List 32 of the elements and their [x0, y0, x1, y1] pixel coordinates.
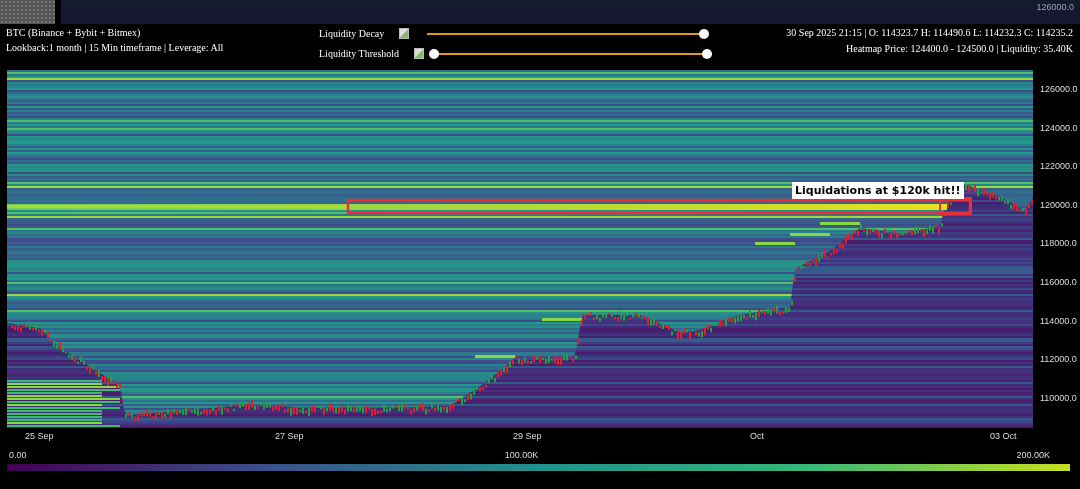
axis-label: 27 Sep: [275, 431, 304, 441]
slider-label: Liquidity Decay: [319, 28, 386, 39]
broken-image-icon: [399, 28, 409, 39]
slider-thumb[interactable]: [699, 28, 709, 39]
axis-label: 110000.0: [1040, 391, 1078, 405]
axis-label: 03 Oct: [990, 431, 1017, 441]
axis-label: 120000.0: [1040, 198, 1078, 212]
colorbar-label: 200.00K: [1016, 450, 1050, 462]
ohlc-readout: 30 Sep 2025 21:15 | O: 114323.7 H: 114490.6 L: 114232.3 C: 114235.2: [786, 27, 1073, 38]
broken-image-icon: [414, 48, 424, 59]
colorbar-label: 100.00K: [504, 450, 539, 462]
axis-label: 112000.0: [1040, 353, 1078, 367]
navigator-bar[interactable]: 126000.0: [61, 0, 1080, 24]
axis-label: 29 Sep: [513, 431, 542, 441]
annotation-label: Liquidations at $120k hit!!: [792, 182, 964, 199]
axis-label: 126000.0: [1040, 83, 1078, 96]
axis-label: 25 Sep: [25, 431, 54, 441]
chart-title: BTC (Binance + Bybit + Bitmex): [6, 27, 142, 38]
chart-subtitle: Lookback:1 month | 15 Min timeframe | Leverage: All: [6, 42, 225, 53]
axis-label: Oct: [750, 431, 764, 441]
navigator-handle[interactable]: [0, 0, 55, 24]
slider-label: Liquidity Threshold: [319, 48, 401, 59]
slider-thumb[interactable]: [429, 48, 439, 59]
axis-label: 126000.0: [1036, 2, 1074, 12]
axis-label: 124000.0: [1040, 121, 1078, 135]
colorbar-label: 0.00: [9, 450, 27, 462]
axis-label: 116000.0: [1040, 275, 1078, 289]
slider-thumb[interactable]: [702, 48, 712, 59]
heatmap-readout: Heatmap Price: 124400.0 - 124500.0 | Liquidity: 35.40K: [846, 43, 1073, 54]
axis-label: 118000.0: [1040, 237, 1078, 251]
axis-label: 122000.0: [1040, 160, 1078, 174]
axis-label: 114000.0: [1040, 314, 1078, 328]
